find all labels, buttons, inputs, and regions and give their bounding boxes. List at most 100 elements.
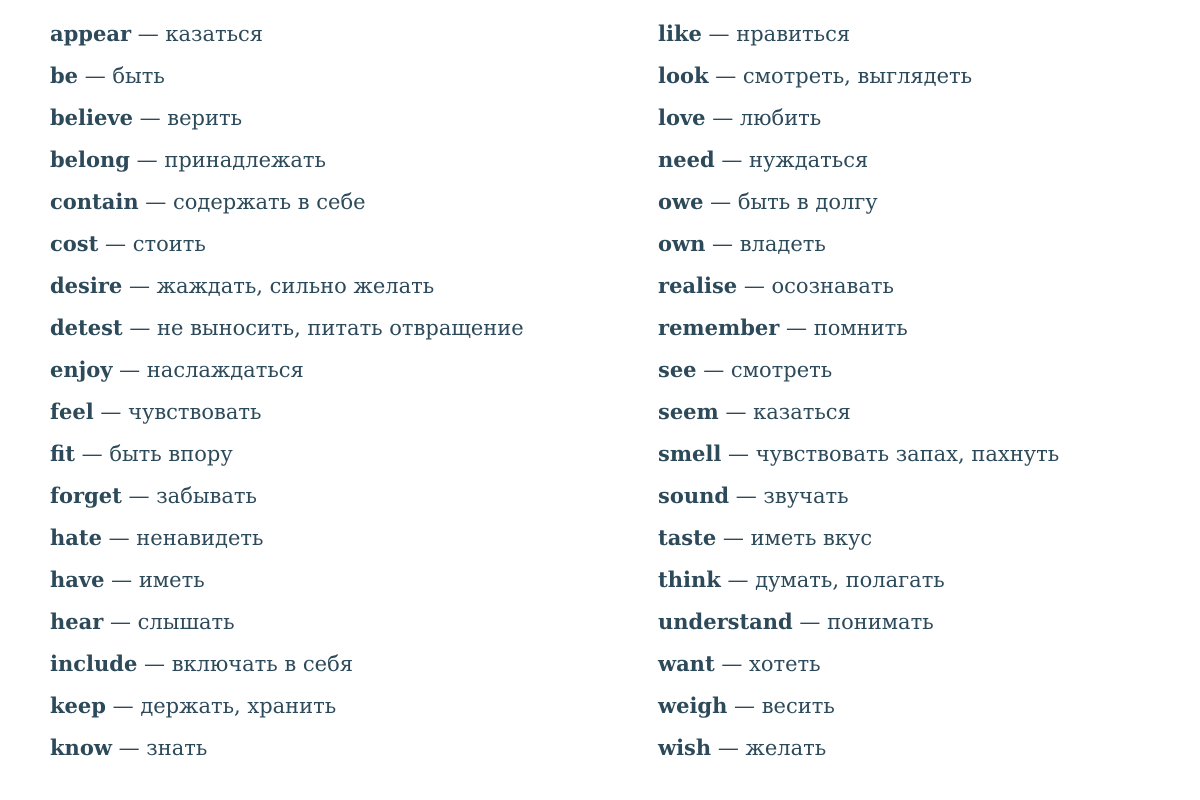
dash-separator: — xyxy=(131,22,166,46)
vocabulary-entry: seem — казаться xyxy=(658,393,1059,435)
vocabulary-entry: contain — содержать в себе xyxy=(50,183,524,225)
dash-separator: — xyxy=(701,22,737,46)
vocabulary-entry: belong — принадлежать xyxy=(50,141,524,183)
english-word: own xyxy=(658,231,706,256)
vocabulary-entry: enjoy — наслаждаться xyxy=(50,351,524,393)
vocabulary-entry: want — хотеть xyxy=(658,645,1059,687)
vocabulary-entry: detest — не выносить, питать отвращение xyxy=(50,309,524,351)
russian-translation: забывать xyxy=(156,484,257,508)
dash-separator: — xyxy=(137,652,172,676)
vocabulary-entry: think — думать, полагать xyxy=(658,561,1059,603)
vocabulary-entry: realise — осознавать xyxy=(658,267,1059,309)
russian-translation: быть в долгу xyxy=(737,190,878,214)
vocabulary-entry: cost — стоить xyxy=(50,225,524,267)
english-word: hate xyxy=(50,525,102,550)
russian-translation: быть xyxy=(112,64,165,88)
vocabulary-entry: look — смотреть, выглядеть xyxy=(658,57,1059,99)
dash-separator: — xyxy=(129,148,165,172)
russian-translation: думать, полагать xyxy=(755,568,945,592)
russian-translation: понимать xyxy=(827,610,934,634)
english-word: remember xyxy=(658,315,780,340)
left-word-column: appear — казаться be — быть believe — вери… xyxy=(50,15,524,771)
english-word: appear xyxy=(50,21,132,46)
english-word: weigh xyxy=(658,693,728,718)
russian-translation: наслаждаться xyxy=(146,358,304,382)
right-word-column: like — нравиться look — смотреть, выгляде… xyxy=(658,15,1059,771)
vocabulary-entry: remember — помнить xyxy=(658,309,1059,351)
english-word: have xyxy=(50,567,105,592)
russian-translation: принадлежать xyxy=(164,148,326,172)
dash-separator: — xyxy=(696,358,731,382)
russian-translation: весить xyxy=(761,694,835,718)
english-word: know xyxy=(50,735,112,760)
dash-separator: — xyxy=(720,568,756,592)
vocabulary-entry: need — нуждаться xyxy=(658,141,1059,183)
english-word: understand xyxy=(658,609,793,634)
english-word: want xyxy=(658,651,715,676)
english-word: love xyxy=(658,105,706,130)
english-word: desire xyxy=(50,273,123,298)
english-word: owe xyxy=(658,189,704,214)
vocabulary-entry: believe — верить xyxy=(50,99,524,141)
vocabulary-entry: sound — звучать xyxy=(658,477,1059,519)
dash-separator: — xyxy=(74,442,110,466)
vocabulary-entry: keep — держать, хранить xyxy=(50,687,524,729)
russian-translation: не выносить, питать отвращение xyxy=(157,316,524,340)
vocabulary-entry: be — быть xyxy=(50,57,524,99)
dash-separator: — xyxy=(98,232,133,256)
russian-translation: владеть xyxy=(739,232,826,256)
russian-translation: осознавать xyxy=(771,274,894,298)
english-word: see xyxy=(658,357,697,382)
dash-separator: — xyxy=(779,316,814,340)
english-word: belong xyxy=(50,147,130,172)
vocabulary-entry: wish — желать xyxy=(658,729,1059,771)
russian-translation: иметь xyxy=(138,568,205,592)
dash-separator: — xyxy=(103,610,138,634)
russian-translation: желать xyxy=(745,736,827,760)
vocabulary-entry: love — любить xyxy=(658,99,1059,141)
english-word: seem xyxy=(658,399,719,424)
vocabulary-entry: taste — иметь вкус xyxy=(658,519,1059,561)
english-word: wish xyxy=(658,735,712,760)
vocabulary-entry: feel — чувствовать xyxy=(50,393,524,435)
dash-separator: — xyxy=(727,694,762,718)
russian-translation: казаться xyxy=(753,400,851,424)
dash-separator: — xyxy=(703,190,738,214)
dash-separator: — xyxy=(122,274,157,298)
dash-separator: — xyxy=(122,316,157,340)
russian-translation: быть впору xyxy=(109,442,233,466)
russian-translation: хотеть xyxy=(749,652,821,676)
dash-separator: — xyxy=(111,736,147,760)
vocabulary-entry: have — иметь xyxy=(50,561,524,603)
vocabulary-entry: owe — быть в долгу xyxy=(658,183,1059,225)
russian-translation: смотреть, выглядеть xyxy=(742,64,973,88)
vocabulary-entry: include — включать в себя xyxy=(50,645,524,687)
russian-translation: верить xyxy=(167,106,243,130)
english-word: fit xyxy=(50,441,75,466)
dash-separator: — xyxy=(711,736,746,760)
english-word: include xyxy=(50,651,138,676)
english-word: look xyxy=(658,63,709,88)
russian-translation: жаждать, сильно желать xyxy=(156,274,435,298)
russian-translation: ненавидеть xyxy=(136,526,264,550)
dash-separator: — xyxy=(132,106,168,130)
dash-separator: — xyxy=(737,274,772,298)
dash-separator: — xyxy=(78,64,113,88)
english-word: forget xyxy=(50,483,122,508)
dash-separator: — xyxy=(105,694,141,718)
dash-separator: — xyxy=(708,64,743,88)
english-word: need xyxy=(658,147,715,172)
dash-separator: — xyxy=(93,400,129,424)
english-word: believe xyxy=(50,105,133,130)
dash-separator: — xyxy=(112,358,147,382)
russian-translation: включать в себя xyxy=(171,652,353,676)
english-word: contain xyxy=(50,189,139,214)
english-word: like xyxy=(658,21,702,46)
dash-separator: — xyxy=(705,106,740,130)
english-word: hear xyxy=(50,609,104,634)
dash-separator: — xyxy=(121,484,157,508)
vocabulary-entry: see — смотреть xyxy=(658,351,1059,393)
russian-translation: любить xyxy=(739,106,822,130)
dash-separator: — xyxy=(792,610,828,634)
vocabulary-entry: forget — забывать xyxy=(50,477,524,519)
